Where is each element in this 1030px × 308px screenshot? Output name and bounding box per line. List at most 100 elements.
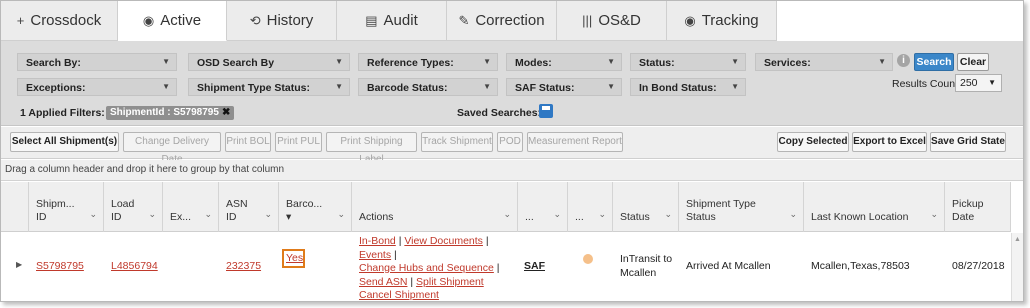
print-shipping-label-button[interactable]: Print Shipping Label: [326, 132, 417, 165]
col-status[interactable]: Status ⌄: [613, 182, 679, 232]
chevron-down-icon: ▼: [731, 82, 739, 91]
tab-label: Tracking: [701, 12, 759, 29]
results-count-select[interactable]: 250 ▼: [955, 74, 1002, 92]
tab-audit[interactable]: ▤ Audit: [337, 1, 447, 41]
reference-types-select[interactable]: Reference Types: ▼: [358, 53, 498, 71]
col-load-id[interactable]: Load ID ⌄: [104, 182, 163, 232]
info-icon[interactable]: i: [897, 54, 910, 67]
save-grid-state-button[interactable]: Save Grid State: [930, 132, 1006, 152]
saf-status-select[interactable]: SAF Status: ▼: [506, 78, 622, 96]
cancel-shipment-link[interactable]: Cancel Shipment: [359, 289, 439, 301]
expand-row-icon[interactable]: ▶: [16, 260, 22, 272]
view-documents-link[interactable]: View Documents: [404, 235, 483, 247]
measurement-report-button[interactable]: Measurement Report: [527, 132, 623, 152]
tab-label: History: [266, 12, 314, 29]
tab-history[interactable]: ⟲ History: [227, 1, 337, 41]
results-count-value: 250: [960, 77, 978, 89]
search-by-select[interactable]: Search By: ▼: [17, 53, 177, 71]
select-label: Services:: [764, 57, 811, 69]
search-button[interactable]: Search: [914, 53, 954, 71]
select-label: Search By:: [26, 57, 81, 69]
chevron-down-icon[interactable]: ⌄: [503, 209, 511, 220]
close-icon[interactable]: ✖: [222, 107, 230, 118]
status-text: InTransit to Mcallen: [620, 253, 673, 279]
select-label: Status:: [639, 57, 675, 69]
col-last-known-location[interactable]: Last Known Location ⌄: [804, 182, 945, 232]
select-label: SAF Status:: [515, 82, 575, 94]
col-actions[interactable]: Actions ⌄: [352, 182, 518, 232]
print-pul-button[interactable]: Print PUL: [275, 132, 322, 152]
load-id-link[interactable]: L4856794: [111, 260, 158, 274]
send-asn-link[interactable]: Send ASN: [359, 276, 407, 288]
pencil-icon: ✎: [458, 12, 470, 28]
exceptions-select[interactable]: Exceptions: ▼: [17, 78, 177, 96]
col-shipment-id[interactable]: Shipm... ID ⌄: [29, 182, 104, 232]
chevron-down-icon[interactable]: ⌄: [264, 209, 272, 220]
col-indicator[interactable]: ... ⌄: [568, 182, 613, 232]
select-label: Exceptions:: [26, 82, 86, 94]
copy-selected-button[interactable]: Copy Selected: [777, 132, 849, 152]
tab-bar: + Crossdock ◉ Active ⟲ History ▤ Audit ✎ Corr…: [1, 1, 1023, 41]
applied-filter-chip: ShipmentId : S5798795 ✖: [106, 106, 235, 120]
table-row[interactable]: ▶ S5798795 L4856794 232375 Yes In-Bond |…: [1, 233, 1011, 301]
group-by-hint[interactable]: Drag a column header and drop it here to…: [1, 160, 1023, 181]
vertical-scrollbar[interactable]: ▲: [1011, 233, 1023, 301]
col-barcode[interactable]: Barco... ▾ ⌄: [279, 182, 352, 232]
chevron-down-icon[interactable]: ⌄: [789, 209, 797, 220]
status-select[interactable]: Status: ▼: [630, 53, 746, 71]
col-shipment-type-status[interactable]: Shipment Type Status ⌄: [679, 182, 804, 232]
col-exceptions[interactable]: Ex... ⌄: [163, 182, 219, 232]
barcode-status-select[interactable]: Barcode Status: ▼: [358, 78, 498, 96]
tab-correction[interactable]: ✎ Correction: [447, 1, 557, 41]
services-select[interactable]: Services: ▼: [755, 53, 893, 71]
pod-button[interactable]: POD: [497, 132, 523, 152]
barcode-link[interactable]: Yes: [284, 251, 303, 264]
circle-icon: ◉: [142, 12, 155, 28]
shipment-type-status-select[interactable]: Shipment Type Status: ▼: [188, 78, 350, 96]
select-label: Modes:: [515, 57, 552, 69]
chevron-down-icon[interactable]: ⌄: [89, 209, 97, 220]
change-hubs-link[interactable]: Change Hubs and Sequence: [359, 262, 494, 274]
chevron-down-icon[interactable]: ⌄: [337, 209, 345, 220]
clear-button[interactable]: Clear: [957, 53, 989, 71]
asn-id-link[interactable]: 232375: [226, 260, 261, 274]
tab-osd[interactable]: ||| OS&D: [557, 1, 667, 41]
save-icon[interactable]: [539, 104, 553, 118]
tab-tracking[interactable]: ◉ Tracking: [667, 1, 777, 41]
col-saf[interactable]: ... ⌄: [518, 182, 568, 232]
osd-search-by-select[interactable]: OSD Search By ▼: [188, 53, 350, 71]
chevron-down-icon[interactable]: ⌄: [598, 209, 606, 220]
saf-link[interactable]: SAF: [524, 260, 545, 274]
in-bond-status-select[interactable]: In Bond Status: ▼: [630, 78, 746, 96]
chevron-down-icon: ▼: [162, 57, 170, 66]
tab-active[interactable]: ◉ Active: [118, 1, 227, 41]
col-pickup-date[interactable]: Pickup Date: [945, 182, 1011, 232]
track-shipment-button[interactable]: Track Shipment: [421, 132, 493, 152]
chevron-down-icon[interactable]: ⌄: [930, 209, 938, 220]
tab-crossdock[interactable]: + Crossdock: [1, 1, 118, 41]
print-bol-button[interactable]: Print BOL: [225, 132, 271, 152]
export-to-excel-button[interactable]: Export to Excel: [852, 132, 927, 152]
chevron-down-icon: ▼: [335, 57, 343, 66]
chevron-down-icon: ▼: [335, 82, 343, 91]
col-asn-id[interactable]: ASN ID ⌄: [219, 182, 279, 232]
select-label: Barcode Status:: [367, 82, 448, 94]
scroll-up-icon[interactable]: ▲: [1014, 236, 1021, 243]
chevron-down-icon[interactable]: ⌄: [148, 209, 156, 220]
indicator-cell: [575, 233, 605, 301]
actions-cell: In-Bond | View Documents | Events | Chan…: [359, 235, 500, 301]
chevron-down-icon[interactable]: ⌄: [553, 209, 561, 220]
select-all-shipments-button[interactable]: Select All Shipment(s): [10, 132, 119, 152]
barcode-icon: |||: [582, 13, 593, 28]
chevron-down-icon[interactable]: ⌄: [664, 209, 672, 220]
column-title: ...: [575, 211, 584, 223]
events-link[interactable]: Events: [359, 249, 391, 261]
tab-label: OS&D: [598, 12, 641, 29]
chevron-down-icon[interactable]: ⌄: [204, 209, 212, 220]
in-bond-link[interactable]: In-Bond: [359, 235, 396, 247]
modes-select[interactable]: Modes: ▼: [506, 53, 622, 71]
shipment-id-link[interactable]: S5798795: [36, 260, 84, 274]
split-shipment-link[interactable]: Split Shipment: [416, 276, 484, 288]
barcode-highlight: Yes: [282, 249, 305, 268]
change-delivery-date-button[interactable]: Change Delivery Date: [123, 132, 221, 165]
